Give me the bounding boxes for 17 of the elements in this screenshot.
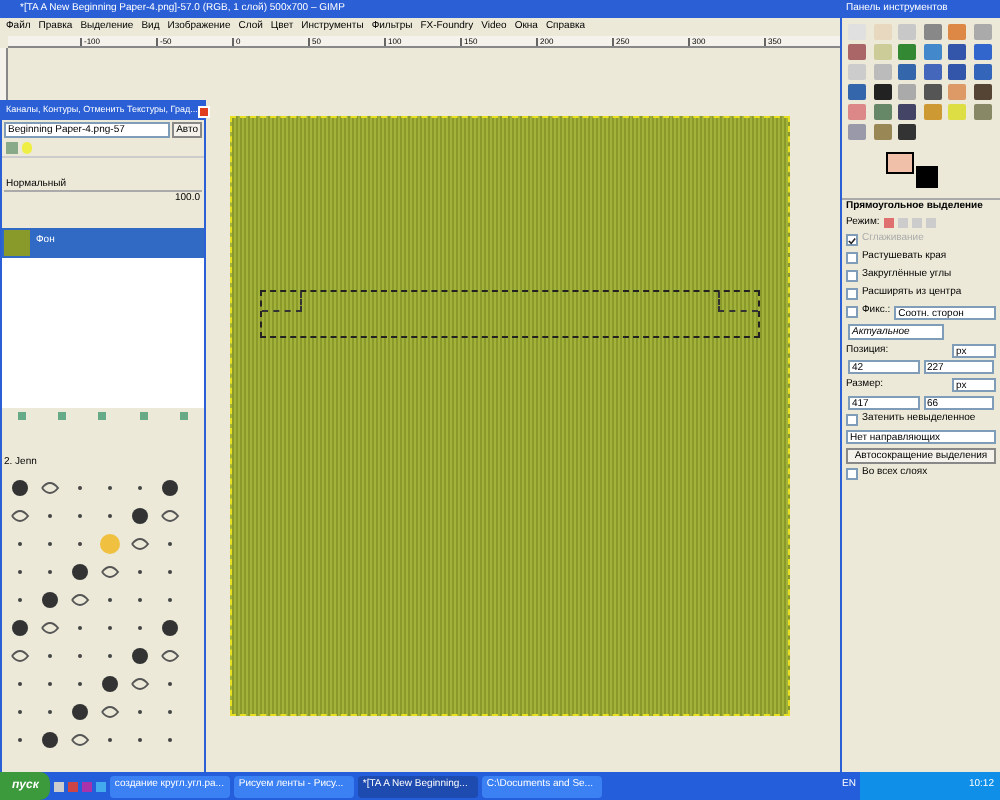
layer-thumbnail bbox=[4, 229, 30, 255]
close-icon[interactable] bbox=[197, 105, 210, 117]
layer-action-icon[interactable] bbox=[139, 411, 148, 419]
checkbox[interactable] bbox=[846, 252, 858, 264]
checkbox[interactable] bbox=[846, 467, 858, 479]
ribbon-fold bbox=[718, 292, 758, 312]
layer-action-icon[interactable] bbox=[58, 411, 67, 419]
background-color-swatch[interactable] bbox=[916, 166, 938, 188]
foreground-color-swatch[interactable] bbox=[886, 152, 914, 174]
checkbox[interactable] bbox=[846, 270, 858, 282]
checkbox[interactable] bbox=[846, 306, 858, 318]
checkbox[interactable] bbox=[846, 288, 858, 300]
layer-action-icon[interactable] bbox=[98, 411, 107, 419]
layer-action-icon[interactable] bbox=[18, 411, 27, 419]
ribbon-fold bbox=[262, 292, 302, 312]
checkbox[interactable] bbox=[846, 413, 858, 425]
layer-action-icon[interactable] bbox=[179, 411, 188, 419]
